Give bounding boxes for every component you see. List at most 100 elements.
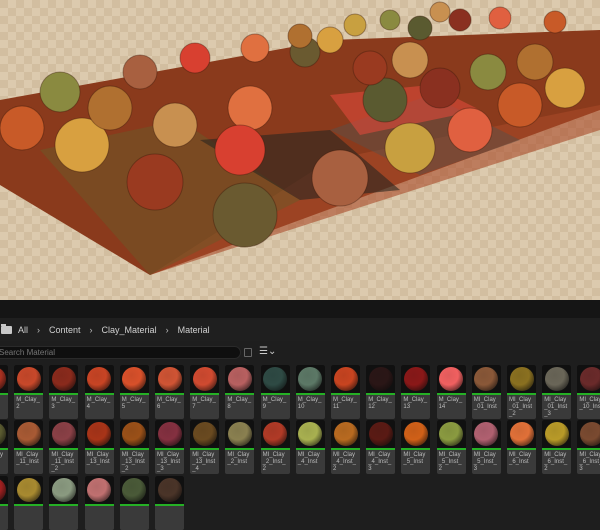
material-sphere[interactable]: [516, 43, 554, 81]
asset-tile[interactable]: M_Clay_13: [401, 365, 431, 419]
material-sphere-preview: [298, 367, 323, 391]
material-sphere[interactable]: [543, 10, 567, 34]
filter-dropdown-button[interactable]: ☰⌄: [259, 347, 276, 357]
material-sphere[interactable]: [429, 1, 451, 23]
material-sphere[interactable]: [212, 182, 278, 248]
asset-tile[interactable]: M_Clay_5: [119, 365, 149, 419]
material-sphere[interactable]: [544, 67, 586, 109]
chevron-right-icon[interactable]: ›: [34, 325, 43, 335]
asset-thumbnail: [0, 365, 8, 393]
material-sphere[interactable]: [39, 71, 81, 113]
breadcrumb-material[interactable]: Material: [172, 325, 216, 335]
breadcrumb: All › Content › Clay_Material › Material: [0, 318, 600, 341]
asset-label: M_Clay_11: [333, 397, 357, 410]
material-sphere[interactable]: [179, 42, 211, 74]
asset-tile[interactable]: MI_Clay_2_Inst: [225, 420, 255, 474]
asset-label: M_Clay_10: [297, 397, 322, 410]
asset-tile[interactable]: MI_Clay_6_Inst: [507, 420, 536, 474]
asset-tile[interactable]: M_Clay_9: [260, 365, 290, 419]
asset-label: MI_Clay_6: [0, 452, 4, 458]
asset-tile[interactable]: MI_Clay_5_Inst_2: [436, 420, 466, 474]
material-sphere[interactable]: [311, 149, 369, 207]
asset-tile[interactable]: MI_Clay_13_Inst_3: [155, 420, 184, 474]
asset-tile[interactable]: [0, 476, 8, 530]
search-input[interactable]: [0, 346, 241, 359]
breadcrumb-clay-material[interactable]: Clay_Material: [96, 325, 163, 335]
asset-label: [0, 395, 8, 399]
asset-tile[interactable]: MI_Clay_6_Inst_2: [542, 420, 572, 474]
asset-tile[interactable]: M_Clay_10: [295, 365, 325, 419]
material-sphere[interactable]: [448, 8, 472, 32]
chevron-right-icon[interactable]: ›: [87, 325, 96, 335]
asset-tile[interactable]: M_Clay_6: [155, 365, 184, 419]
asset-tile[interactable]: MI_Clay_6_Inst_3: [577, 420, 600, 474]
level-viewport[interactable]: [0, 0, 600, 300]
chevron-right-icon[interactable]: ›: [163, 325, 172, 335]
asset-tile[interactable]: MI_Clay_13_Inst: [84, 420, 114, 474]
material-sphere[interactable]: [214, 124, 266, 176]
material-sphere[interactable]: [497, 82, 543, 128]
asset-tile[interactable]: MI_Clay_4_Inst_3: [366, 420, 396, 474]
asset-tile[interactable]: MI_Clay_5_Inst_3: [471, 420, 501, 474]
asset-tile[interactable]: [14, 476, 44, 530]
asset-tile[interactable]: [155, 476, 184, 530]
material-sphere[interactable]: [122, 54, 158, 90]
asset-tile[interactable]: MI_Clay_11_Inst_2: [49, 420, 79, 474]
asset-tile[interactable]: MI_Clay_01_Inst_2: [507, 365, 536, 419]
material-sphere[interactable]: [343, 13, 367, 37]
material-sphere[interactable]: [419, 67, 461, 109]
material-sphere[interactable]: [407, 15, 433, 41]
asset-tile[interactable]: [119, 476, 149, 530]
asset-tile[interactable]: MI_Clay_6: [0, 420, 8, 474]
asset-tile[interactable]: [84, 476, 114, 530]
breadcrumb-content[interactable]: Content: [43, 325, 87, 335]
material-sphere[interactable]: [287, 23, 313, 49]
breadcrumb-all[interactable]: All: [12, 325, 34, 335]
material-sphere[interactable]: [352, 50, 388, 86]
material-sphere[interactable]: [384, 122, 436, 174]
material-sphere[interactable]: [152, 102, 198, 148]
material-sphere[interactable]: [488, 6, 512, 30]
asset-tile[interactable]: M_Clay_7: [190, 365, 220, 419]
material-sphere[interactable]: [391, 41, 429, 79]
material-sphere-preview: [579, 422, 600, 446]
material-sphere[interactable]: [0, 105, 45, 151]
asset-tile[interactable]: MI_Clay_11_Inst: [14, 420, 44, 474]
asset-tile[interactable]: M_Clay_3: [49, 365, 79, 419]
asset-tile[interactable]: M_Clay_14: [436, 365, 466, 419]
asset-tile[interactable]: MI_Clay_01_Inst: [471, 365, 501, 419]
material-sphere-preview: [474, 367, 499, 391]
asset-tile[interactable]: MI_Clay_13_Inst_4: [190, 420, 220, 474]
asset-label: MI_Clay_5_Inst: [403, 452, 426, 465]
folder-icon[interactable]: [1, 323, 12, 334]
asset-label: [155, 506, 184, 510]
material-sphere-preview: [16, 367, 41, 391]
material-sphere[interactable]: [316, 26, 344, 54]
material-sphere[interactable]: [87, 85, 133, 131]
asset-tile[interactable]: M_Clay_12: [366, 365, 396, 419]
asset-tile[interactable]: MI_Clay_4_Inst_2: [331, 420, 360, 474]
asset-label: [14, 506, 43, 510]
asset-tile[interactable]: MI_Clay_5_Inst: [401, 420, 431, 474]
asset-tile[interactable]: [49, 476, 79, 530]
asset-tile[interactable]: MI_Clay_4_Inst: [295, 420, 325, 474]
asset-thumbnail: [507, 420, 536, 448]
material-sphere[interactable]: [379, 9, 401, 31]
material-sphere[interactable]: [447, 107, 493, 153]
asset-tile[interactable]: M_Clay_11: [331, 365, 360, 419]
asset-tile[interactable]: M_Clay_2: [14, 365, 44, 419]
asset-tile[interactable]: MI_Clay_10_Inst: [577, 365, 600, 419]
asset-tile[interactable]: MI_Clay_13_Inst_2: [119, 420, 149, 474]
save-search-icon[interactable]: [244, 348, 252, 357]
material-sphere[interactable]: [469, 53, 507, 91]
material-sphere[interactable]: [126, 153, 184, 211]
asset-thumbnail: [331, 365, 360, 393]
material-sphere[interactable]: [240, 33, 270, 63]
asset-tile[interactable]: M_Clay_4: [84, 365, 114, 419]
asset-tile[interactable]: MI_Clay_01_Inst_3: [542, 365, 572, 419]
asset-tile[interactable]: [0, 365, 8, 419]
asset-tile[interactable]: M_Clay_8: [225, 365, 255, 419]
asset-tile[interactable]: MI_Clay_2_Inst_2: [260, 420, 290, 474]
material-sphere-preview: [263, 422, 288, 446]
material-sphere[interactable]: [227, 85, 273, 131]
